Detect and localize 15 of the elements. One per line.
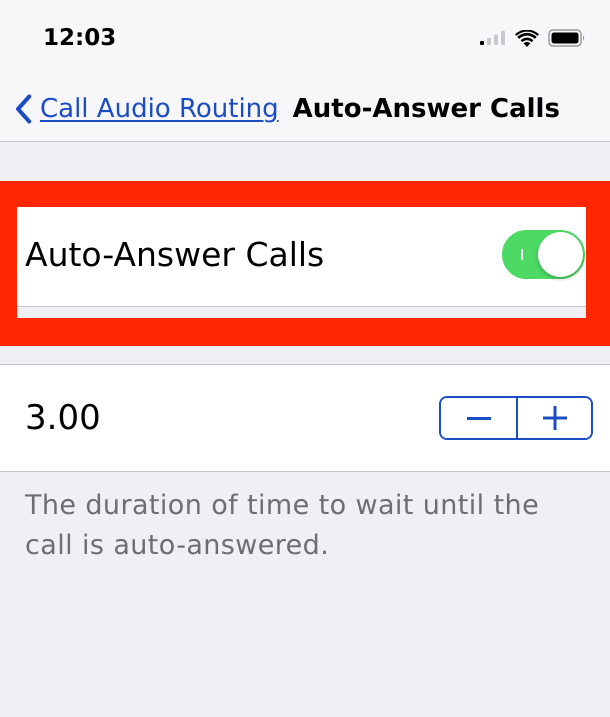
row-label: Auto-Answer Calls (25, 235, 324, 274)
footer-description: The duration of time to wait until the call is auto-answered. (24, 489, 540, 563)
back-link[interactable]: Call Audio Routing (13, 94, 279, 124)
nav-title: Auto-Answer Calls (292, 94, 560, 124)
battery-icon (548, 29, 586, 47)
signal-icon (480, 31, 506, 45)
increment-button[interactable] (516, 398, 591, 438)
minus-icon (466, 416, 490, 420)
duration-value: 3.00 (25, 398, 101, 438)
status-time: 12:03 (43, 25, 116, 51)
plus-icon (542, 406, 566, 430)
toggle-switch[interactable] (502, 230, 585, 279)
wifi-icon (515, 30, 539, 46)
back-chevron-icon (13, 94, 33, 124)
on-indicator-icon (521, 249, 523, 260)
